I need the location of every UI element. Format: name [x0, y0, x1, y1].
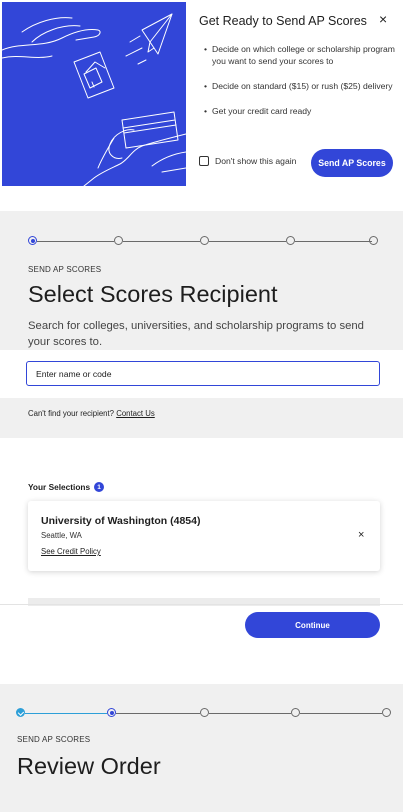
checklist: Decide on which college or scholarship p…: [204, 43, 400, 130]
step-dot-current: [107, 708, 116, 717]
step-dot: [286, 236, 295, 245]
continue-button[interactable]: Continue: [245, 612, 380, 638]
dont-show-again-label: Don't show this again: [215, 156, 297, 166]
step-connector-complete: [25, 712, 107, 714]
select-recipient-section: SEND AP SCORES Select Scores Recipient S…: [0, 211, 403, 438]
step-connector: [209, 712, 291, 714]
step-dot: [369, 236, 378, 245]
checklist-item: Decide on which college or scholarship p…: [204, 43, 400, 67]
step-dot-current: [28, 236, 37, 245]
dont-show-again-checkbox[interactable]: Don't show this again: [199, 156, 296, 166]
remove-selection-icon[interactable]: ×: [358, 529, 364, 541]
recipient-location: Seattle, WA: [41, 531, 82, 540]
close-icon[interactable]: ×: [379, 11, 387, 27]
step-dot: [114, 236, 123, 245]
illustration-hands-icon: [2, 2, 186, 186]
credit-policy-link[interactable]: See Credit Policy: [41, 547, 101, 556]
step-dot: [200, 236, 209, 245]
progress-stepper: [28, 236, 378, 246]
step-connector: [295, 240, 372, 242]
selection-card: University of Washington (4854) Seattle,…: [28, 501, 380, 571]
cant-find-recipient: Can't find your recipient? Contact Us: [28, 409, 155, 418]
recipient-name: University of Washington (4854): [41, 515, 201, 527]
modal-title: Get Ready to Send AP Scores: [199, 14, 367, 28]
checkbox-icon[interactable]: [199, 156, 209, 166]
progress-stepper: [16, 708, 391, 718]
footer-divider: [0, 604, 403, 605]
step-dot: [291, 708, 300, 717]
recipient-search-input[interactable]: [26, 361, 380, 386]
step-dot: [382, 708, 391, 717]
step-connector: [300, 712, 382, 714]
page-title: Select Scores Recipient: [28, 281, 278, 307]
step-eyebrow: SEND AP SCORES: [17, 735, 91, 744]
page-title: Review Order: [17, 753, 161, 779]
send-ap-scores-button[interactable]: Send AP Scores: [311, 149, 393, 177]
cant-find-text: Can't find your recipient?: [28, 409, 115, 418]
step-connector: [116, 712, 200, 714]
send-scores-modal: Get Ready to Send AP Scores × Decide on …: [0, 0, 403, 188]
your-selections-label: Your Selections: [28, 482, 91, 492]
contact-us-link[interactable]: Contact Us: [116, 409, 155, 418]
selection-count-badge: 1: [94, 482, 105, 492]
page-description: Search for colleges, universities, and s…: [28, 320, 364, 348]
step-connector: [123, 240, 200, 242]
checklist-item: Decide on standard ($15) or rush ($25) d…: [204, 80, 400, 92]
search-area: [0, 350, 403, 398]
step-connector: [37, 240, 114, 242]
review-order-section: SEND AP SCORES Review Order: [0, 684, 403, 812]
step-eyebrow: SEND AP SCORES: [28, 265, 102, 274]
step-connector: [209, 240, 286, 242]
step-dot-complete: [16, 708, 25, 717]
checklist-item: Get your credit card ready: [204, 105, 400, 117]
step-dot: [200, 708, 209, 717]
your-selections-heading: Your Selections 1: [28, 482, 105, 492]
